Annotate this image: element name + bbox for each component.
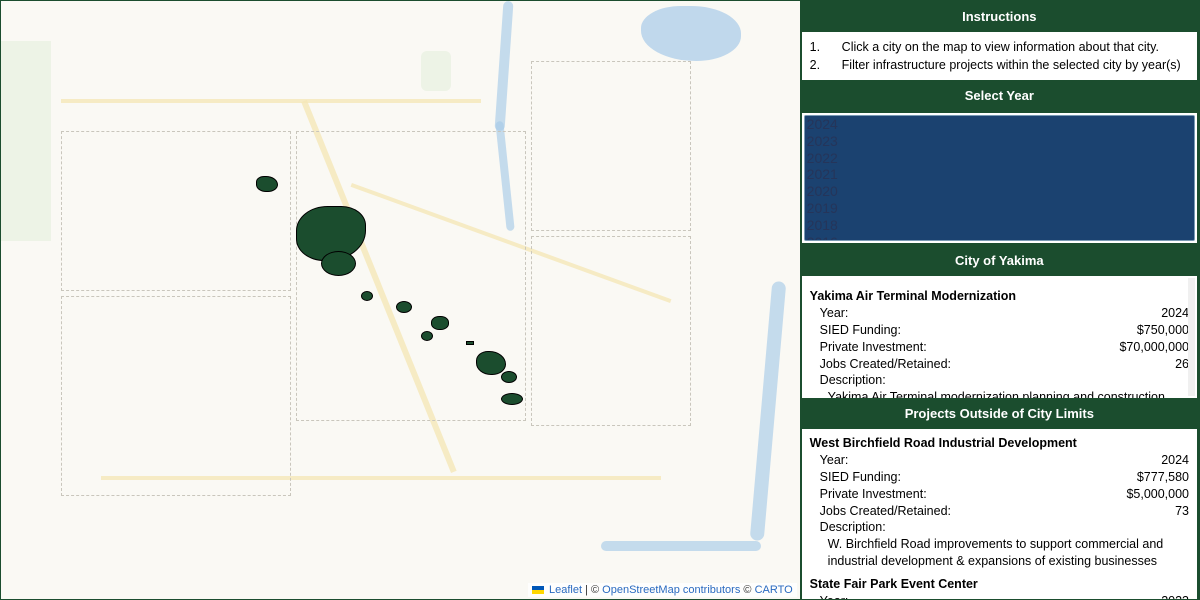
- boundary-box: [61, 131, 291, 291]
- field-label: Jobs Created/Retained:: [820, 503, 951, 520]
- city-projects-header: City of Yakima: [800, 245, 1199, 276]
- field-value: 2024: [1161, 305, 1189, 322]
- osm-link[interactable]: OpenStreetMap contributors: [602, 584, 740, 596]
- map-background: [1, 1, 800, 599]
- field-value: $777,580: [1137, 469, 1189, 486]
- field-value: $5,000,000: [1126, 486, 1189, 503]
- year-option[interactable]: 2021: [805, 166, 1194, 183]
- instruction-text: Click a city on the map to view informat…: [842, 40, 1159, 54]
- carto-link[interactable]: CARTO: [755, 584, 793, 596]
- lake-shape: [641, 6, 741, 61]
- city-polygon[interactable]: [396, 301, 412, 313]
- side-pane: Instructions 1. Click a city on the map …: [800, 1, 1199, 599]
- field-label: Private Investment:: [820, 486, 927, 503]
- year-option[interactable]: 2020: [805, 183, 1194, 200]
- year-listbox[interactable]: 2024 2023 2022 2021 2020 2019 2018 2016: [804, 115, 1195, 241]
- city-polygon[interactable]: [501, 371, 517, 383]
- instructions-body: 1. Click a city on the map to view infor…: [800, 32, 1199, 80]
- field-label: Description:: [810, 519, 1189, 536]
- field-value: $70,000,000: [1119, 339, 1189, 356]
- boundary-box: [61, 296, 291, 496]
- field-label: Year:: [820, 452, 849, 469]
- city-polygon[interactable]: [476, 351, 506, 375]
- boundary-box: [296, 131, 526, 421]
- field-value: $750,000: [1137, 322, 1189, 339]
- field-label: SIED Funding:: [820, 322, 901, 339]
- year-option[interactable]: 2016: [805, 234, 1194, 241]
- field-label: Year:: [820, 593, 849, 599]
- city-polygon[interactable]: [501, 393, 523, 405]
- project-description: W. Birchfield Road improvements to suppo…: [810, 536, 1189, 570]
- field-label: Jobs Created/Retained:: [820, 356, 951, 373]
- leaflet-link[interactable]: Leaflet: [549, 584, 582, 596]
- river-shape: [750, 281, 787, 541]
- scrollbar[interactable]: [1188, 278, 1195, 396]
- city-polygon[interactable]: [321, 251, 356, 276]
- city-polygon[interactable]: [421, 331, 433, 341]
- field-label: Private Investment:: [820, 339, 927, 356]
- year-option[interactable]: 2024: [805, 116, 1194, 133]
- field-label: SIED Funding:: [820, 469, 901, 486]
- attribution-sep2: ©: [740, 584, 754, 596]
- year-option[interactable]: 2022: [805, 150, 1194, 167]
- field-label: Description:: [810, 372, 1189, 389]
- outside-projects-header: Projects Outside of City Limits: [800, 398, 1199, 429]
- year-option[interactable]: 2018: [805, 217, 1194, 234]
- city-polygon[interactable]: [361, 291, 373, 301]
- road-line: [61, 99, 481, 103]
- year-select-container: 2024 2023 2022 2021 2020 2019 2018 2016: [800, 111, 1199, 245]
- project-title: Yakima Air Terminal Modernization: [810, 288, 1189, 305]
- project-title: West Birchfield Road Industrial Developm…: [810, 435, 1189, 452]
- map-pane[interactable]: Leaflet | © OpenStreetMap contributors ©…: [1, 1, 800, 599]
- terrain-patch: [421, 51, 451, 91]
- city-polygon[interactable]: [466, 341, 474, 345]
- instruction-text: Filter infrastructure projects within th…: [842, 58, 1181, 72]
- attribution-sep: | ©: [582, 584, 602, 596]
- year-option[interactable]: 2023: [805, 133, 1194, 150]
- instruction-row: 2. Filter infrastructure projects within…: [810, 56, 1189, 74]
- project-title: State Fair Park Event Center: [810, 576, 1189, 593]
- boundary-box: [531, 61, 691, 231]
- field-label: Year:: [820, 305, 849, 322]
- field-value: 2023: [1161, 593, 1189, 599]
- instruction-number: 1.: [810, 40, 824, 54]
- outside-projects-body[interactable]: West Birchfield Road Industrial Developm…: [800, 429, 1199, 599]
- instruction-row: 1. Click a city on the map to view infor…: [810, 38, 1189, 56]
- field-value: 26: [1175, 356, 1189, 373]
- project-description: Yakima Air Terminal modernization planni…: [810, 389, 1189, 398]
- field-value: 2024: [1161, 452, 1189, 469]
- instructions-header: Instructions: [800, 1, 1199, 32]
- boundary-box: [531, 236, 691, 426]
- city-polygon[interactable]: [256, 176, 278, 192]
- river-shape: [494, 1, 513, 131]
- river-shape: [601, 541, 761, 551]
- field-value: 73: [1175, 503, 1189, 520]
- ukraine-flag-icon: [532, 586, 544, 594]
- select-year-header: Select Year: [800, 80, 1199, 111]
- year-option[interactable]: 2019: [805, 200, 1194, 217]
- map-attribution: Leaflet | © OpenStreetMap contributors ©…: [528, 583, 797, 597]
- city-projects-body[interactable]: Yakima Air Terminal Modernization Year: 2…: [800, 276, 1199, 398]
- terrain-patch: [1, 41, 51, 241]
- city-polygon[interactable]: [431, 316, 449, 330]
- instruction-number: 2.: [810, 58, 824, 72]
